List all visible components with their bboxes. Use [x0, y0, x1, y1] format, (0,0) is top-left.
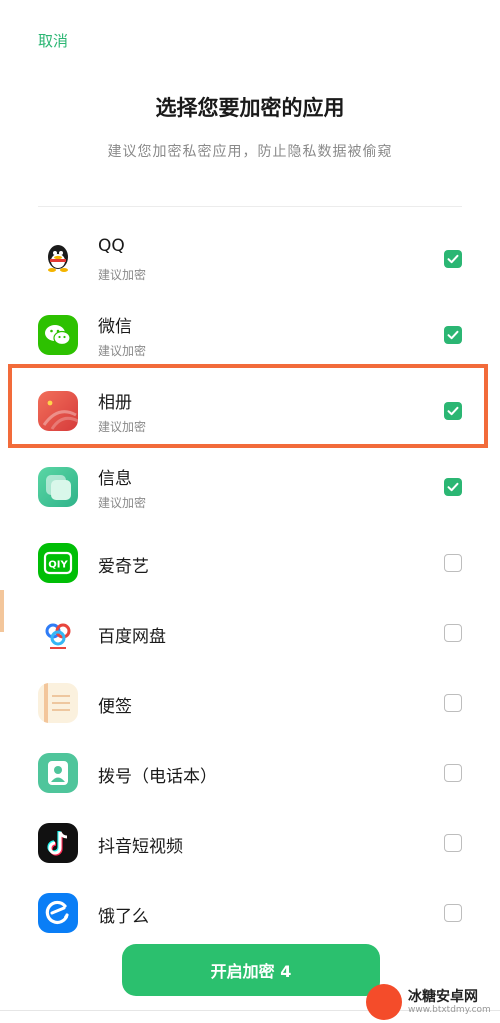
- app-hint: 建议加密: [98, 496, 147, 510]
- checkbox-dialer[interactable]: [444, 764, 462, 782]
- app-name: 微信: [98, 317, 132, 337]
- checkbox-eleme[interactable]: [444, 904, 462, 922]
- app-name: 爱奇艺: [98, 557, 149, 577]
- app-name: 便签: [98, 697, 132, 717]
- svg-text:QIY: QIY: [48, 560, 68, 571]
- app-name: QQ: [98, 236, 125, 256]
- cancel-button[interactable]: 取消: [38, 30, 68, 51]
- wechat-icon: [38, 315, 78, 355]
- douyin-icon: [38, 823, 78, 863]
- enable-encryption-button[interactable]: 开启加密 4: [122, 944, 380, 996]
- app-name: 抖音短视频: [98, 837, 183, 857]
- eleme-icon: [38, 893, 78, 933]
- header-divider: [38, 206, 462, 207]
- list-item-dialer[interactable]: 拨号（电话本）: [0, 738, 500, 808]
- highlight-box: [8, 364, 488, 448]
- list-item-iqiyi[interactable]: QIY 爱奇艺: [0, 528, 500, 598]
- list-item-messages[interactable]: 信息 建议加密: [0, 452, 500, 522]
- list-item-eleme[interactable]: 饿了么: [0, 878, 500, 948]
- checkbox-douyin[interactable]: [444, 834, 462, 852]
- page-subtitle: 建议您加密私密应用，防止隐私数据被偷窥: [107, 144, 393, 160]
- list-item-wechat[interactable]: 微信 建议加密: [0, 300, 500, 370]
- list-item-notes[interactable]: 便签: [0, 668, 500, 738]
- checkbox-baidu-netdisk[interactable]: [444, 624, 462, 642]
- app-name: 拨号（电话本）: [98, 767, 217, 787]
- checkbox-wechat[interactable]: [444, 326, 462, 344]
- checkbox-qq[interactable]: [444, 250, 462, 268]
- list-item-qq[interactable]: QQ 建议加密: [0, 224, 500, 294]
- checkbox-iqiyi[interactable]: [444, 554, 462, 572]
- messages-icon: [38, 467, 78, 507]
- list-item-douyin[interactable]: 抖音短视频: [0, 808, 500, 878]
- app-name: 百度网盘: [98, 627, 166, 647]
- app-hint: 建议加密: [98, 268, 147, 282]
- dialer-icon: [38, 753, 78, 793]
- watermark-text: 冰糖安卓网: [408, 989, 478, 1005]
- watermark-logo-icon: [366, 984, 402, 1020]
- app-name: 信息: [98, 469, 132, 489]
- iqiyi-icon: QIY: [38, 543, 78, 583]
- list-item-baidu-netdisk[interactable]: 百度网盘: [0, 598, 500, 668]
- watermark-url: www.btxtdmy.com: [408, 1005, 491, 1015]
- checkbox-notes[interactable]: [444, 694, 462, 712]
- checkbox-messages[interactable]: [444, 478, 462, 496]
- app-hint: 建议加密: [98, 344, 147, 358]
- notes-icon: [38, 683, 78, 723]
- page-title: 选择您要加密的应用: [155, 96, 345, 120]
- baidu-netdisk-icon: [38, 613, 78, 653]
- app-name: 饿了么: [98, 907, 149, 927]
- qq-icon: [38, 239, 78, 279]
- watermark: 冰糖安卓网 www.btxtdmy.com: [366, 978, 496, 1020]
